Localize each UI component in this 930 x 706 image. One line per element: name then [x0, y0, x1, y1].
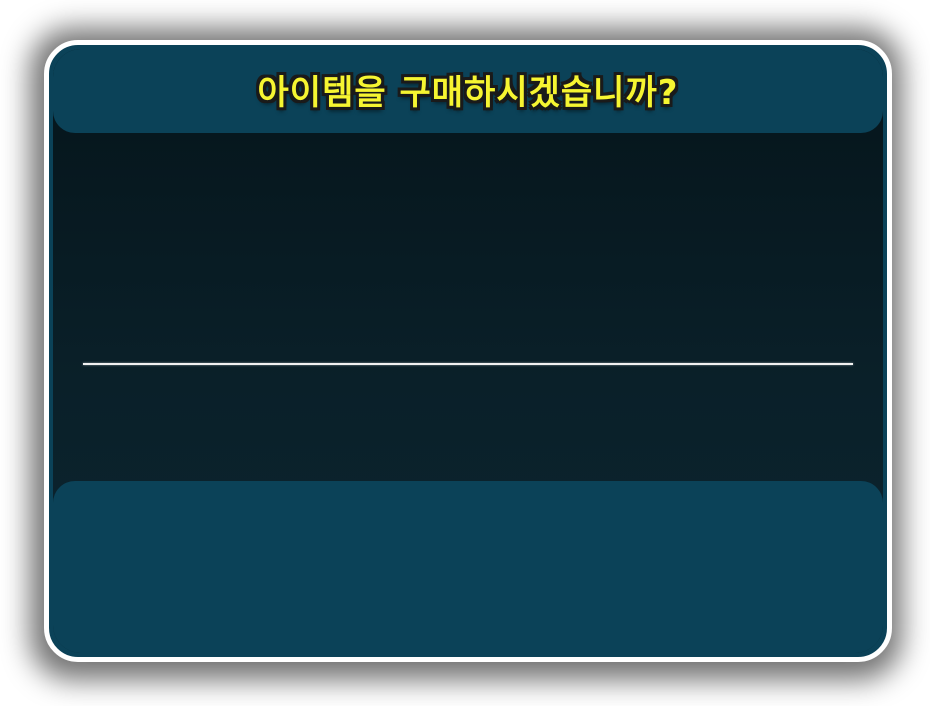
dialog-title: 아이템을 구매하시겠습니까? [257, 73, 679, 113]
dialog-footer-panel [53, 481, 883, 653]
dialog-header: 아이템을 구매하시겠습니까? [53, 49, 883, 133]
item-content-area [53, 133, 883, 481]
dialog-body: 아이템을 구매하시겠습니까? [53, 49, 883, 653]
content-divider [83, 363, 853, 365]
purchase-confirm-dialog: 아이템을 구매하시겠습니까? [44, 40, 892, 662]
